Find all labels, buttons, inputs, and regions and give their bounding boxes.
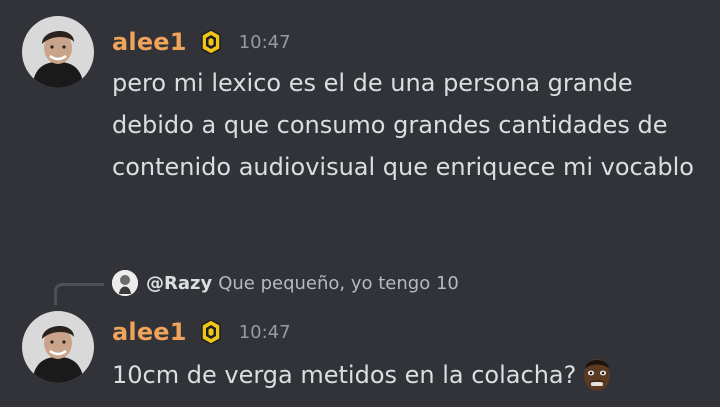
reply-reference[interactable]: @Razy Que pequeño, yo tengo 10: [112, 268, 459, 298]
reply-preview-text[interactable]: Que pequeño, yo tengo 10: [218, 273, 459, 294]
author-avatar[interactable]: [22, 16, 94, 88]
message-timestamp[interactable]: 10:47: [239, 322, 291, 343]
message-content: pero mi lexico es el de una persona gran…: [112, 69, 694, 181]
server-tag-badge-icon[interactable]: [200, 29, 221, 55]
reply-author-name[interactable]: @Razy: [146, 273, 212, 294]
message-text: 10cm de verga metidos en la colacha?: [112, 361, 577, 389]
face-emoji-icon[interactable]: [580, 355, 614, 393]
author-name[interactable]: alee1: [112, 28, 187, 56]
author-avatar[interactable]: [22, 311, 94, 383]
message-content: 10cm de verga metidos en la colacha?: [112, 353, 708, 397]
message-timestamp[interactable]: 10:47: [239, 32, 291, 53]
server-tag-badge-icon[interactable]: [200, 319, 221, 345]
reply-author-avatar: [112, 270, 138, 296]
chat-message-list: alee1 10:47 pero mi lexico es el de una …: [0, 0, 720, 407]
author-name[interactable]: alee1: [112, 318, 187, 346]
reply-spine: [54, 283, 104, 305]
